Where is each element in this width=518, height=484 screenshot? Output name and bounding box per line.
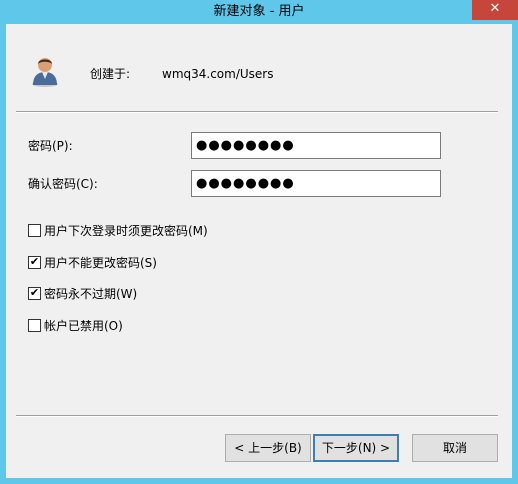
- new-object-user-dialog: 新建对象 - 用户 ✕ 创建于: wmq34.com/Users 密码(P): …: [0, 0, 518, 484]
- password-label: 密码(P):: [28, 139, 73, 153]
- close-button[interactable]: ✕: [472, 0, 518, 20]
- dialog-body: 创建于: wmq34.com/Users 密码(P): ●●●●●●●● 确认密…: [6, 24, 512, 478]
- window-title: 新建对象 - 用户: [213, 4, 305, 19]
- created-in-label: 创建于:: [90, 67, 131, 81]
- checkbox-box[interactable]: [28, 319, 41, 332]
- next-button[interactable]: 下一步(N) >: [313, 434, 399, 462]
- check-mark-icon: ✔: [29, 255, 40, 268]
- password-field[interactable]: ●●●●●●●●: [191, 132, 441, 159]
- created-in-path: wmq34.com/Users: [162, 67, 274, 81]
- confirm-password-field[interactable]: ●●●●●●●●: [191, 170, 441, 197]
- checkbox-box[interactable]: [28, 224, 41, 237]
- checkbox-label: 用户不能更改密码(S): [44, 256, 157, 270]
- title-bar: 新建对象 - 用户 ✕: [0, 0, 518, 24]
- cancel-button[interactable]: 取消: [412, 434, 498, 462]
- confirm-password-label: 确认密码(C):: [28, 177, 98, 191]
- close-icon: ✕: [489, 1, 501, 16]
- checkbox-label: 密码永不过期(W): [44, 287, 138, 301]
- check-mark-icon: ✔: [29, 286, 40, 299]
- bottom-divider: [16, 415, 498, 417]
- user-icon: [32, 58, 58, 87]
- checkbox-box[interactable]: ✔: [28, 286, 41, 300]
- checkbox-label: 用户下次登录时须更改密码(M): [44, 224, 208, 238]
- back-button[interactable]: < 上一步(B): [225, 434, 311, 462]
- top-divider: [16, 111, 498, 113]
- checkbox-label: 帐户已禁用(O): [44, 319, 123, 333]
- checkbox-box[interactable]: ✔: [28, 255, 41, 269]
